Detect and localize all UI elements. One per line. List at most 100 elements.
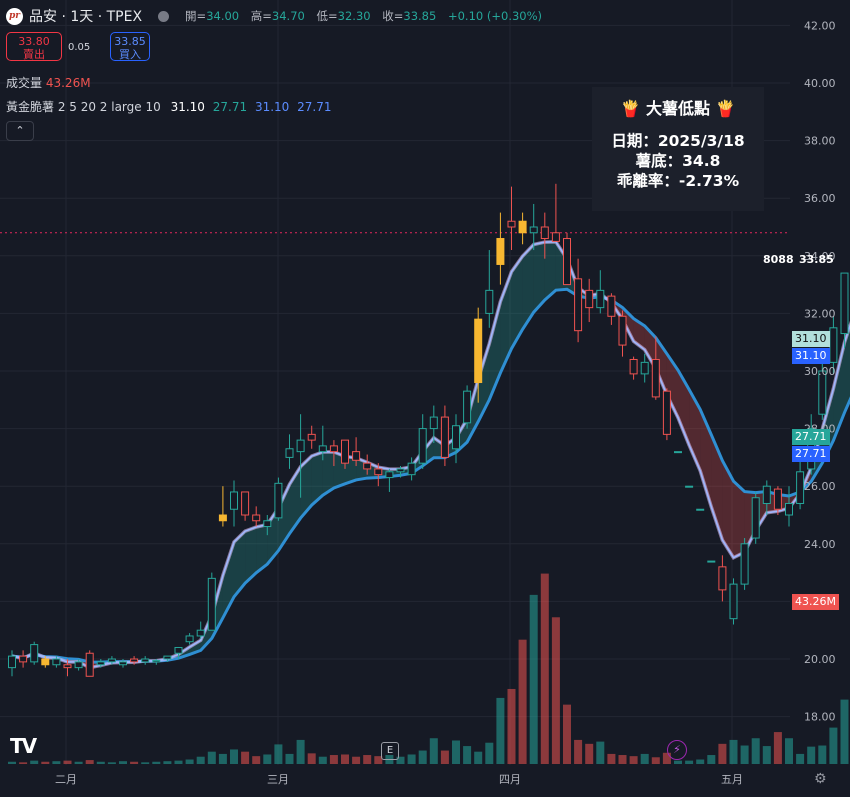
candle-body	[163, 655, 172, 660]
candle-body	[651, 358, 660, 398]
y-tick-label: 20.00	[804, 653, 836, 666]
volume-legend[interactable]: 成交量 43.26M	[6, 74, 91, 91]
low-value: 32.30	[337, 9, 371, 23]
candle-body	[374, 468, 383, 476]
candle-body	[218, 514, 227, 522]
x-tick-label: 四月	[499, 773, 521, 786]
volume-bar	[363, 755, 372, 764]
candle-body	[107, 658, 116, 663]
sell-price: 33.80	[18, 35, 50, 48]
fries-icon: 🍟	[620, 99, 641, 118]
high-key: 高=	[250, 9, 272, 23]
volume-bar	[8, 761, 16, 764]
candle-body	[207, 577, 216, 631]
buy-button[interactable]: 33.85 買入	[110, 32, 150, 61]
high-value: 34.70	[271, 9, 305, 23]
candle-body	[396, 468, 405, 473]
volume-bar	[718, 743, 727, 764]
candle-body	[529, 226, 538, 234]
candle-body	[629, 358, 638, 375]
price-candles	[8, 183, 849, 677]
volume-bar	[840, 699, 849, 764]
volume-bar	[296, 739, 305, 764]
buy-label: 買入	[119, 48, 141, 61]
volume-bar	[41, 761, 50, 764]
candle-body	[751, 497, 760, 539]
volume-bar	[685, 760, 694, 764]
candle-body	[341, 439, 349, 464]
candle-body	[551, 232, 560, 242]
close-value: 33.85	[403, 9, 437, 23]
volume-bar	[285, 753, 294, 764]
volume-bar	[696, 759, 705, 764]
chart-header: pr 品安 · 1天 · TPEX 開=34.00 高=34.70 低=32.3…	[6, 6, 550, 26]
candle-body	[329, 445, 338, 453]
volume-bar	[818, 745, 827, 764]
volume-bar	[518, 639, 527, 764]
volume-bar	[318, 756, 327, 764]
candle-body	[518, 220, 527, 234]
candle-body	[196, 629, 205, 637]
volume-bar	[152, 761, 161, 764]
candle-body	[829, 327, 838, 363]
candle-body	[563, 238, 571, 286]
symbol-title[interactable]: 品安 · 1天 · TPEX	[29, 6, 142, 26]
info-title-row: 🍟 大薯低點 🍟	[592, 95, 764, 119]
volume-bar	[751, 738, 760, 764]
volume-bar	[207, 751, 216, 764]
info-box: 🍟 大薯低點 🍟 日期：2025/3/18 薯底：34.8 乖離率：-2.73%	[592, 87, 764, 211]
close-key: 收=	[382, 9, 404, 23]
candle-body	[296, 439, 305, 453]
y-tick-label: 18.00	[804, 711, 836, 724]
open-value: 34.00	[206, 9, 240, 23]
candle-body	[152, 659, 161, 663]
volume-bar	[429, 738, 438, 764]
y-tick-label: 32.00	[804, 307, 836, 320]
tradingview-logo[interactable]: TV	[10, 734, 37, 758]
candle-body	[119, 661, 127, 666]
price-axis: 42.0040.0038.0036.0034.0032.0030.0028.00…	[804, 19, 836, 723]
candle-body	[452, 425, 460, 450]
volume-bar	[785, 738, 793, 764]
info-title: 大薯低點	[645, 99, 710, 118]
volume-bar	[174, 760, 183, 764]
volume-bar	[230, 749, 238, 764]
volume-bar	[96, 761, 105, 764]
candle-body	[685, 485, 694, 488]
sell-label: 賣出	[23, 48, 45, 61]
volume-bar	[85, 760, 94, 764]
candle-body	[274, 482, 283, 519]
candle-body	[263, 520, 272, 528]
volume-bar	[263, 754, 272, 764]
indicator-value-1: 31.10	[170, 100, 205, 114]
candle-body	[318, 445, 327, 453]
volume-bar	[274, 744, 283, 764]
candle-body	[63, 664, 72, 669]
volume-bar	[618, 755, 627, 764]
ohlc-readout: 開=34.00 高=34.70 低=32.30 收=33.85 +0.10 (+…	[185, 8, 550, 24]
candle-body	[41, 658, 50, 666]
volume-bar	[30, 760, 39, 764]
volume-bar	[63, 760, 72, 764]
candle-body	[540, 226, 549, 240]
volume-bar	[585, 743, 594, 764]
candle-body	[141, 658, 150, 663]
gear-icon[interactable]: ⚙	[814, 771, 827, 787]
volume-bar	[629, 756, 638, 764]
volume-bar	[762, 746, 771, 764]
spread-value: 0.05	[68, 42, 91, 53]
change-value: +0.10 (+0.30%)	[447, 9, 543, 23]
chevron-up-icon[interactable]: ⌃	[6, 121, 34, 141]
lightning-icon[interactable]: ⚡	[667, 740, 687, 760]
x-tick-label: 二月	[55, 773, 77, 786]
candle-body	[618, 315, 627, 346]
earnings-badge[interactable]: E	[381, 742, 399, 760]
volume-bar	[107, 762, 116, 764]
candle-body	[762, 485, 771, 504]
indicator-name: 黃金脆薯 2 5 20 2 large 10	[6, 100, 161, 114]
candle-body	[285, 448, 294, 458]
candle-body	[607, 295, 616, 317]
indicator-legend[interactable]: 黃金脆薯 2 5 20 2 large 10 31.10 27.71 31.10…	[6, 98, 332, 115]
sell-button[interactable]: 33.80 賣出	[6, 32, 62, 61]
indicator-value-2: 27.71	[212, 100, 248, 114]
